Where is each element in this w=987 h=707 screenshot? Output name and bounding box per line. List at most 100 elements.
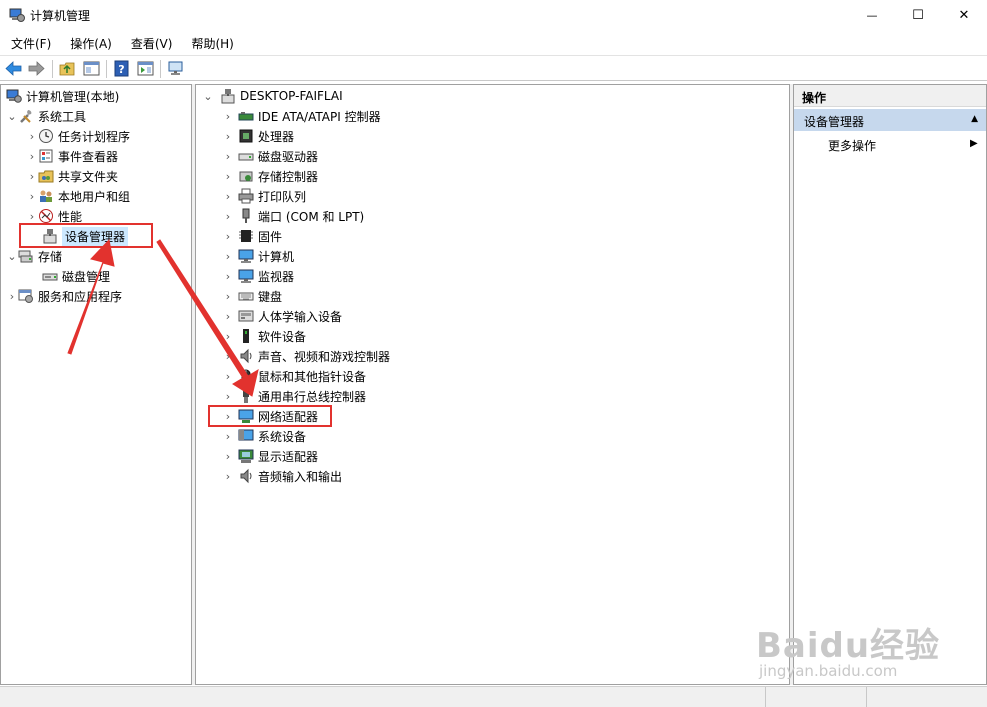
- highlight-device-manager: [19, 223, 153, 248]
- computer-management-icon: [6, 88, 22, 104]
- tree-item-storage[interactable]: ⌄ 存储: [6, 246, 62, 266]
- status-segment: [866, 687, 867, 707]
- display-adapter-icon: [238, 448, 254, 464]
- chevron-right-icon[interactable]: ›: [26, 126, 38, 146]
- chevron-right-icon[interactable]: ›: [222, 446, 234, 466]
- chevron-right-icon[interactable]: ›: [6, 286, 18, 306]
- device-category-row[interactable]: › 软件设备: [222, 326, 306, 346]
- device-category-row[interactable]: › 磁盘驱动器: [222, 146, 318, 166]
- device-category-label: 键盘: [258, 289, 283, 304]
- back-arrow-icon[interactable]: [4, 59, 23, 78]
- device-category-row[interactable]: › 音频输入和输出: [222, 466, 342, 486]
- chevron-right-icon[interactable]: ›: [26, 146, 38, 166]
- menu-bar: 文件(F) 操作(A) 查看(V) 帮助(H): [0, 32, 987, 54]
- device-category-label: 端口 (COM 和 LPT): [258, 209, 365, 224]
- chevron-down-icon[interactable]: ⌄: [6, 106, 18, 126]
- performance-icon: [38, 208, 54, 224]
- device-category-row[interactable]: › 计算机: [222, 246, 294, 266]
- tree-item-event-viewer[interactable]: › 事件查看器: [26, 146, 118, 166]
- chevron-right-icon[interactable]: ›: [222, 226, 234, 246]
- chevron-right-icon[interactable]: ›: [222, 206, 234, 226]
- actions-header: 操作: [794, 85, 986, 107]
- device-category-row[interactable]: › 监视器: [222, 266, 294, 286]
- chevron-right-icon[interactable]: ›: [222, 106, 234, 126]
- chevron-right-icon[interactable]: ›: [222, 186, 234, 206]
- show-action-pane-icon[interactable]: [136, 59, 155, 78]
- chevron-right-icon[interactable]: ›: [222, 306, 234, 326]
- tree-item-system-tools[interactable]: ⌄ 系统工具: [6, 106, 86, 126]
- device-category-row[interactable]: › 系统设备: [222, 426, 306, 446]
- chevron-right-icon[interactable]: ›: [222, 146, 234, 166]
- device-category-label: 存储控制器: [258, 169, 319, 184]
- chevron-right-icon[interactable]: ›: [26, 186, 38, 206]
- device-tree-pane: ⌄ DESKTOP-FAIFLAI › IDE ATA/ATAPI 控制器 › 处理器…: [195, 84, 790, 685]
- chevron-right-icon[interactable]: ›: [222, 346, 234, 366]
- baidu-jingyan-watermark: Baidu经验 jingyan.baidu.com: [756, 626, 941, 680]
- tree-item-task-scheduler[interactable]: › 任务计划程序: [26, 126, 130, 146]
- chevron-right-icon[interactable]: ›: [222, 326, 234, 346]
- submenu-arrow-icon[interactable]: ▶: [970, 138, 978, 149]
- chevron-right-icon[interactable]: ›: [222, 386, 234, 406]
- device-category-row[interactable]: › 处理器: [222, 126, 294, 146]
- tree-item-local-users[interactable]: › 本地用户和组: [26, 186, 130, 206]
- actions-section-device-manager[interactable]: 设备管理器 ▲: [794, 109, 986, 131]
- chevron-right-icon[interactable]: ›: [222, 126, 234, 146]
- minimize-button[interactable]: —: [849, 0, 895, 30]
- menu-view[interactable]: 查看(V): [120, 32, 181, 54]
- chevron-right-icon[interactable]: ›: [222, 246, 234, 266]
- device-category-row[interactable]: › 固件: [222, 226, 282, 246]
- chevron-right-icon[interactable]: ›: [26, 166, 38, 186]
- device-category-label: 鼠标和其他指针设备: [258, 369, 367, 384]
- tree-item-services-apps[interactable]: › 服务和应用程序: [6, 286, 122, 306]
- clock-icon: [38, 128, 54, 144]
- chevron-down-icon[interactable]: ⌄: [6, 246, 18, 266]
- device-category-label: 软件设备: [258, 329, 307, 344]
- device-category-row[interactable]: › 键盘: [222, 286, 282, 306]
- maximize-button[interactable]: ☐: [895, 0, 941, 30]
- up-folder-icon[interactable]: [58, 59, 77, 78]
- chevron-right-icon[interactable]: ›: [222, 426, 234, 446]
- device-category-row[interactable]: › IDE ATA/ATAPI 控制器: [222, 106, 381, 126]
- tree-item-disk-management[interactable]: 磁盘管理: [42, 266, 110, 286]
- device-category-row[interactable]: › 打印队列: [222, 186, 306, 206]
- close-button[interactable]: ✕: [941, 0, 987, 30]
- status-segment: [765, 687, 766, 707]
- users-icon: [38, 188, 54, 204]
- device-category-row[interactable]: › 人体学输入设备: [222, 306, 342, 326]
- svg-text:?: ?: [118, 63, 124, 76]
- device-category-label: 人体学输入设备: [258, 309, 343, 324]
- chevron-right-icon[interactable]: ›: [222, 266, 234, 286]
- tree-item-computer-management[interactable]: 计算机管理(本地): [6, 86, 119, 106]
- more-actions-item[interactable]: 更多操作: [828, 137, 876, 154]
- monitor-icon[interactable]: [166, 59, 185, 78]
- device-category-label: 监视器: [258, 269, 295, 284]
- hid-icon: [238, 308, 254, 324]
- chevron-right-icon[interactable]: ›: [222, 366, 234, 386]
- device-category-row[interactable]: › 显示适配器: [222, 446, 318, 466]
- toolbar-separator: [106, 60, 107, 78]
- chevron-down-icon[interactable]: ⌄: [202, 86, 214, 106]
- device-category-row[interactable]: › 通用串行总线控制器: [222, 386, 366, 406]
- menu-file[interactable]: 文件(F): [0, 32, 59, 54]
- device-category-row[interactable]: › 存储控制器: [222, 166, 318, 186]
- menu-action[interactable]: 操作(A): [59, 32, 120, 54]
- help-icon[interactable]: ?: [112, 59, 131, 78]
- collapse-triangle-icon[interactable]: ▲: [971, 114, 978, 124]
- status-bar: [0, 686, 987, 707]
- show-hide-tree-icon[interactable]: [82, 59, 101, 78]
- forward-arrow-icon[interactable]: [27, 59, 46, 78]
- ide-controller-icon: [238, 108, 254, 124]
- toolbar: ?: [0, 55, 987, 81]
- device-category-row[interactable]: › 端口 (COM 和 LPT): [222, 206, 364, 226]
- device-category-label: 系统设备: [258, 429, 307, 444]
- computer-icon: [238, 248, 254, 264]
- menu-help[interactable]: 帮助(H): [180, 32, 241, 54]
- tree-item-computer-root[interactable]: ⌄ DESKTOP-FAIFLAI: [202, 86, 343, 106]
- chevron-right-icon[interactable]: ›: [222, 166, 234, 186]
- chevron-right-icon[interactable]: ›: [222, 286, 234, 306]
- device-category-row[interactable]: › 声音、视频和游戏控制器: [222, 346, 390, 366]
- device-category-row[interactable]: › 鼠标和其他指针设备: [222, 366, 366, 386]
- device-category-label: 显示适配器: [258, 449, 319, 464]
- tree-item-shared-folders[interactable]: › 共享文件夹: [26, 166, 118, 186]
- chevron-right-icon[interactable]: ›: [222, 466, 234, 486]
